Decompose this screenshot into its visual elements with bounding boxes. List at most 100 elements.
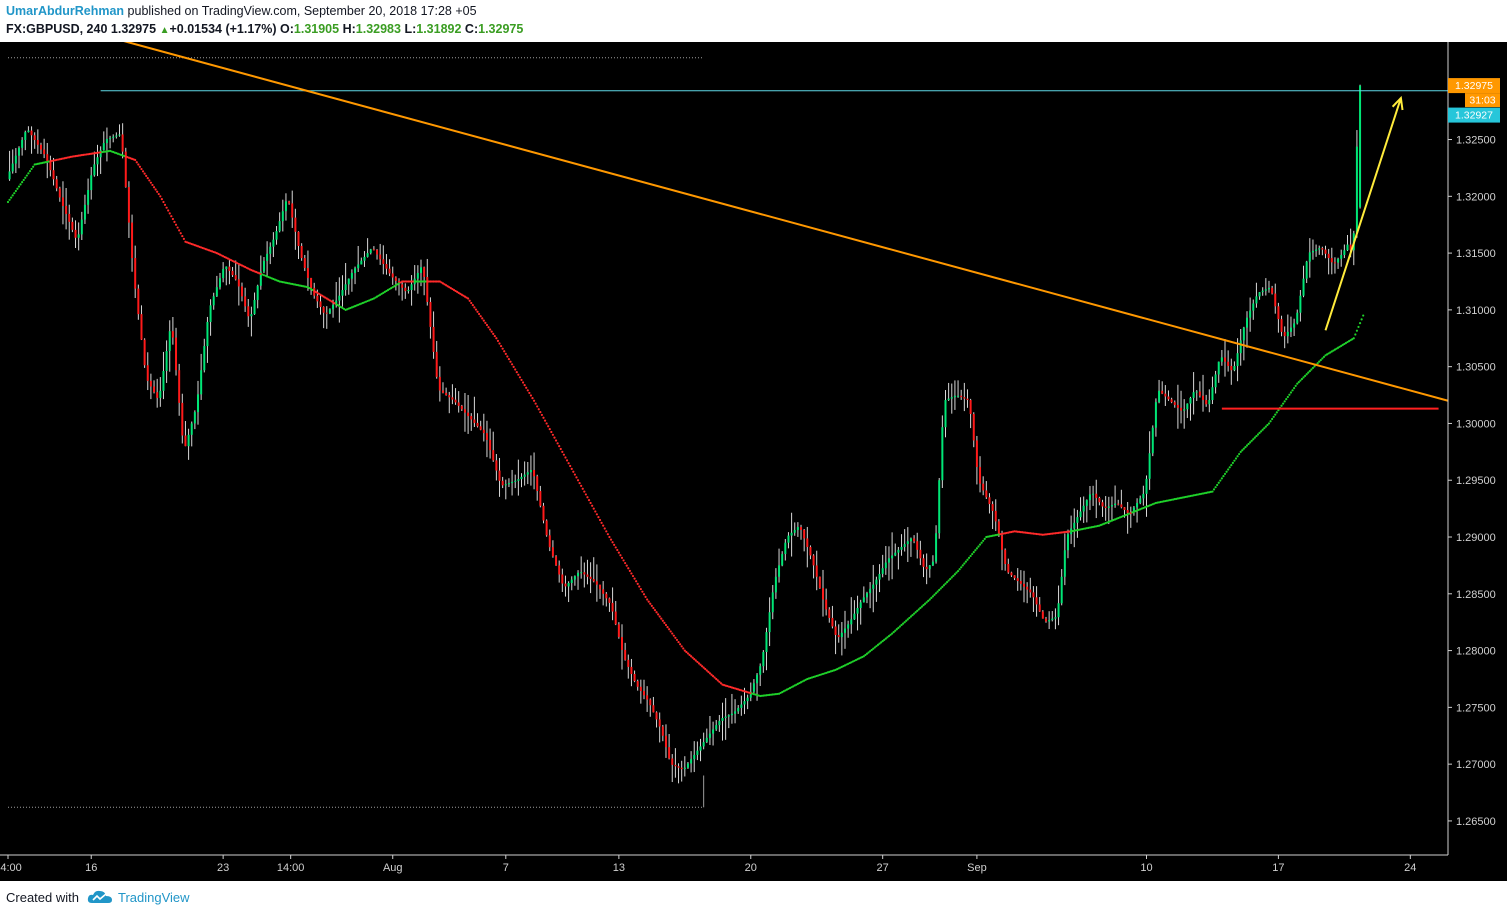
ma-dot	[591, 504, 594, 507]
candle-down	[127, 187, 130, 223]
candle-down	[310, 277, 313, 288]
ma-dot	[515, 371, 518, 374]
ma-dot	[641, 590, 644, 593]
ma-dot	[600, 521, 603, 524]
candle-up	[1145, 478, 1148, 494]
candle-down	[401, 284, 404, 288]
candle-down	[1120, 504, 1123, 508]
crosshair-price-label: 1.32927	[1455, 110, 1493, 122]
candle-up	[730, 713, 733, 716]
candle-up	[526, 472, 529, 475]
candle-up	[947, 398, 950, 401]
chart-area[interactable]: 1.32500 1.32000 1.31500 1.31000 1.30500 1.300…	[0, 36, 1507, 881]
candle-down	[432, 326, 435, 352]
ma-dot	[633, 577, 636, 580]
ma-dot	[181, 234, 184, 238]
candle-down	[627, 659, 630, 667]
ma-dot	[534, 402, 537, 405]
ma-dot	[630, 572, 633, 575]
candle-up	[683, 767, 686, 770]
candle-down	[448, 395, 451, 398]
candle-up	[690, 759, 693, 764]
ma-dot	[134, 158, 137, 162]
candle-down	[1280, 319, 1283, 332]
candle-up	[793, 529, 796, 533]
ma-dot	[135, 161, 138, 164]
price-tick-label: 1.27500	[1456, 702, 1496, 714]
candle-down	[1167, 396, 1170, 400]
price-tick-label: 1.29000	[1456, 532, 1496, 544]
candle-up	[781, 554, 784, 566]
candle-down	[74, 229, 77, 238]
candle-up	[24, 132, 27, 140]
ma-dot	[6, 200, 10, 204]
ma-dot	[638, 585, 641, 588]
candle-down	[1044, 618, 1047, 622]
ma-dot	[952, 574, 955, 577]
chart-header: UmarAbdurRehman published on TradingView…	[0, 0, 1507, 42]
candle-up	[1245, 317, 1248, 328]
ma-dot	[620, 556, 624, 559]
ma-dot	[974, 549, 977, 552]
candle-up	[338, 295, 341, 301]
ma-dot	[537, 408, 540, 411]
candle-up	[1136, 502, 1139, 508]
candle-up	[1186, 403, 1189, 410]
ma-dot	[532, 399, 536, 402]
candle-up	[272, 239, 275, 247]
ma-dot	[176, 226, 179, 229]
ma-dot	[930, 596, 933, 599]
candle-up	[1305, 261, 1308, 279]
ma-dot	[679, 643, 682, 646]
candle-down	[982, 483, 985, 491]
candle-down	[485, 433, 488, 440]
candle-down	[52, 170, 55, 180]
ma-dot	[1316, 362, 1319, 365]
candle-up	[708, 733, 711, 738]
tradingview-brand-link[interactable]: TradingView	[118, 890, 190, 905]
candle-down	[564, 583, 567, 587]
candle-down	[1038, 604, 1041, 612]
candle-up	[90, 175, 93, 191]
candle-down	[404, 287, 407, 292]
drawings-layer	[8, 36, 1449, 808]
candle-up	[341, 290, 344, 296]
candle-up	[416, 272, 419, 279]
candle-down	[1101, 502, 1104, 507]
candle-down	[1026, 586, 1029, 590]
ma-dot	[966, 558, 969, 561]
ma-dot	[647, 600, 650, 603]
candle-up	[935, 533, 938, 562]
ma-dot	[627, 567, 630, 570]
candle-up	[573, 576, 576, 580]
ma-dot	[578, 481, 581, 485]
ma-dot	[672, 634, 675, 637]
ma-dot	[605, 530, 608, 533]
ma-dot	[1261, 428, 1264, 431]
price-chart[interactable]: 1.32500 1.32000 1.31500 1.31000 1.30500 1.300…	[0, 36, 1507, 881]
candle-down	[558, 565, 561, 575]
ma-dot	[1258, 431, 1261, 435]
ma-dot	[163, 203, 167, 206]
candle-up	[743, 701, 746, 705]
ma-dot	[569, 464, 572, 468]
candle-down	[624, 649, 627, 660]
price-axis[interactable]: 1.32500 1.32000 1.31500 1.31000 1.30500 1.300…	[1447, 42, 1496, 855]
candle-up	[1088, 494, 1091, 501]
candle-down	[297, 231, 300, 246]
candle-down	[551, 547, 554, 557]
candle-down	[325, 312, 328, 314]
candle-down	[489, 439, 492, 451]
time-axis[interactable]: 14:00 16 23 14:00 Aug 7 13 20 27 Sep 10 17 24	[0, 854, 1448, 874]
price-tick-label: 1.28000	[1456, 646, 1496, 658]
ma-dot	[1307, 371, 1310, 374]
author-link[interactable]: UmarAbdurRehman	[6, 4, 124, 18]
ma-dot	[168, 212, 171, 215]
candle-up	[520, 476, 523, 480]
candle-down	[545, 520, 548, 536]
ma-dot	[944, 582, 947, 585]
ma-dot	[1294, 384, 1297, 388]
ma-dot	[953, 573, 957, 576]
candle-down	[664, 735, 667, 748]
candle-up	[360, 260, 363, 265]
